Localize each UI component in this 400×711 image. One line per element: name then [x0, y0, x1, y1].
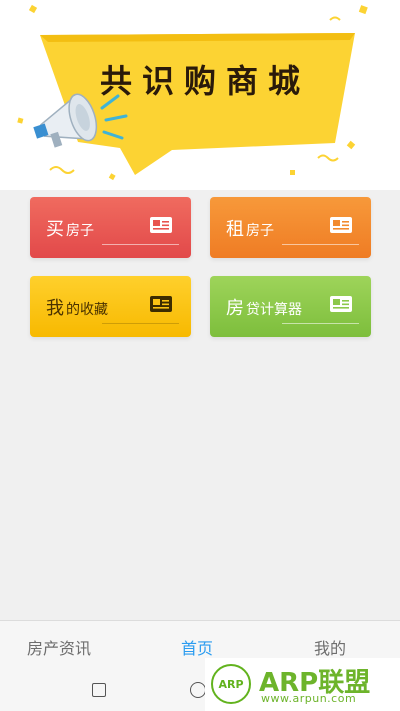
card-icon: [330, 217, 352, 233]
card-icon: [150, 217, 172, 233]
watermark-logo: ARP ARP联盟 www.arpun.com: [205, 658, 400, 711]
loan-calculator-label: 房 贷计算器: [226, 294, 302, 320]
status-indicators: 0B/s .all .all 令 ▣: [18, 10, 120, 23]
banner-title: 共识购商城: [99, 62, 310, 100]
favorites-label-sub: 的收藏: [66, 302, 108, 318]
watermark-badge-text: ARP: [218, 678, 244, 691]
rent-house-label-sub: 房子: [246, 223, 274, 239]
recent-apps-icon[interactable]: [92, 683, 106, 697]
loan-calculator-button[interactable]: 房 贷计算器: [210, 276, 371, 337]
buy-house-label: 买 房子: [46, 215, 94, 241]
favorites-label: 我 的收藏: [46, 294, 108, 320]
buy-house-button[interactable]: 买 房子: [30, 197, 191, 258]
watermark-url: www.arpun.com: [261, 692, 357, 705]
card-divider: [282, 244, 359, 245]
rent-house-label-main: 租: [226, 219, 244, 240]
tab-news[interactable]: 房产资讯: [27, 635, 91, 659]
wifi-icon: 令: [373, 10, 384, 23]
card-divider: [102, 323, 179, 324]
card-icon: [150, 296, 172, 312]
card-divider: [282, 323, 359, 324]
home-icon[interactable]: [190, 682, 206, 698]
loan-label-main: 房: [226, 298, 244, 319]
tab-home[interactable]: 首页: [181, 635, 213, 659]
tab-mine[interactable]: 我的: [314, 635, 346, 659]
card-divider: [102, 244, 179, 245]
my-favorites-button[interactable]: 我 的收藏: [30, 276, 191, 337]
loan-label-sub: 贷计算器: [246, 302, 302, 318]
buy-house-label-sub: 房子: [66, 223, 94, 239]
rent-house-label: 租 房子: [226, 215, 274, 241]
buy-house-label-main: 买: [46, 219, 64, 240]
rent-house-button[interactable]: 租 房子: [210, 197, 371, 258]
watermark-badge-icon: ARP: [211, 664, 251, 704]
favorites-label-main: 我: [46, 298, 64, 319]
card-icon: [330, 296, 352, 312]
status-bar: 0B/s .all .all 令 ▣ 令: [0, 0, 400, 34]
